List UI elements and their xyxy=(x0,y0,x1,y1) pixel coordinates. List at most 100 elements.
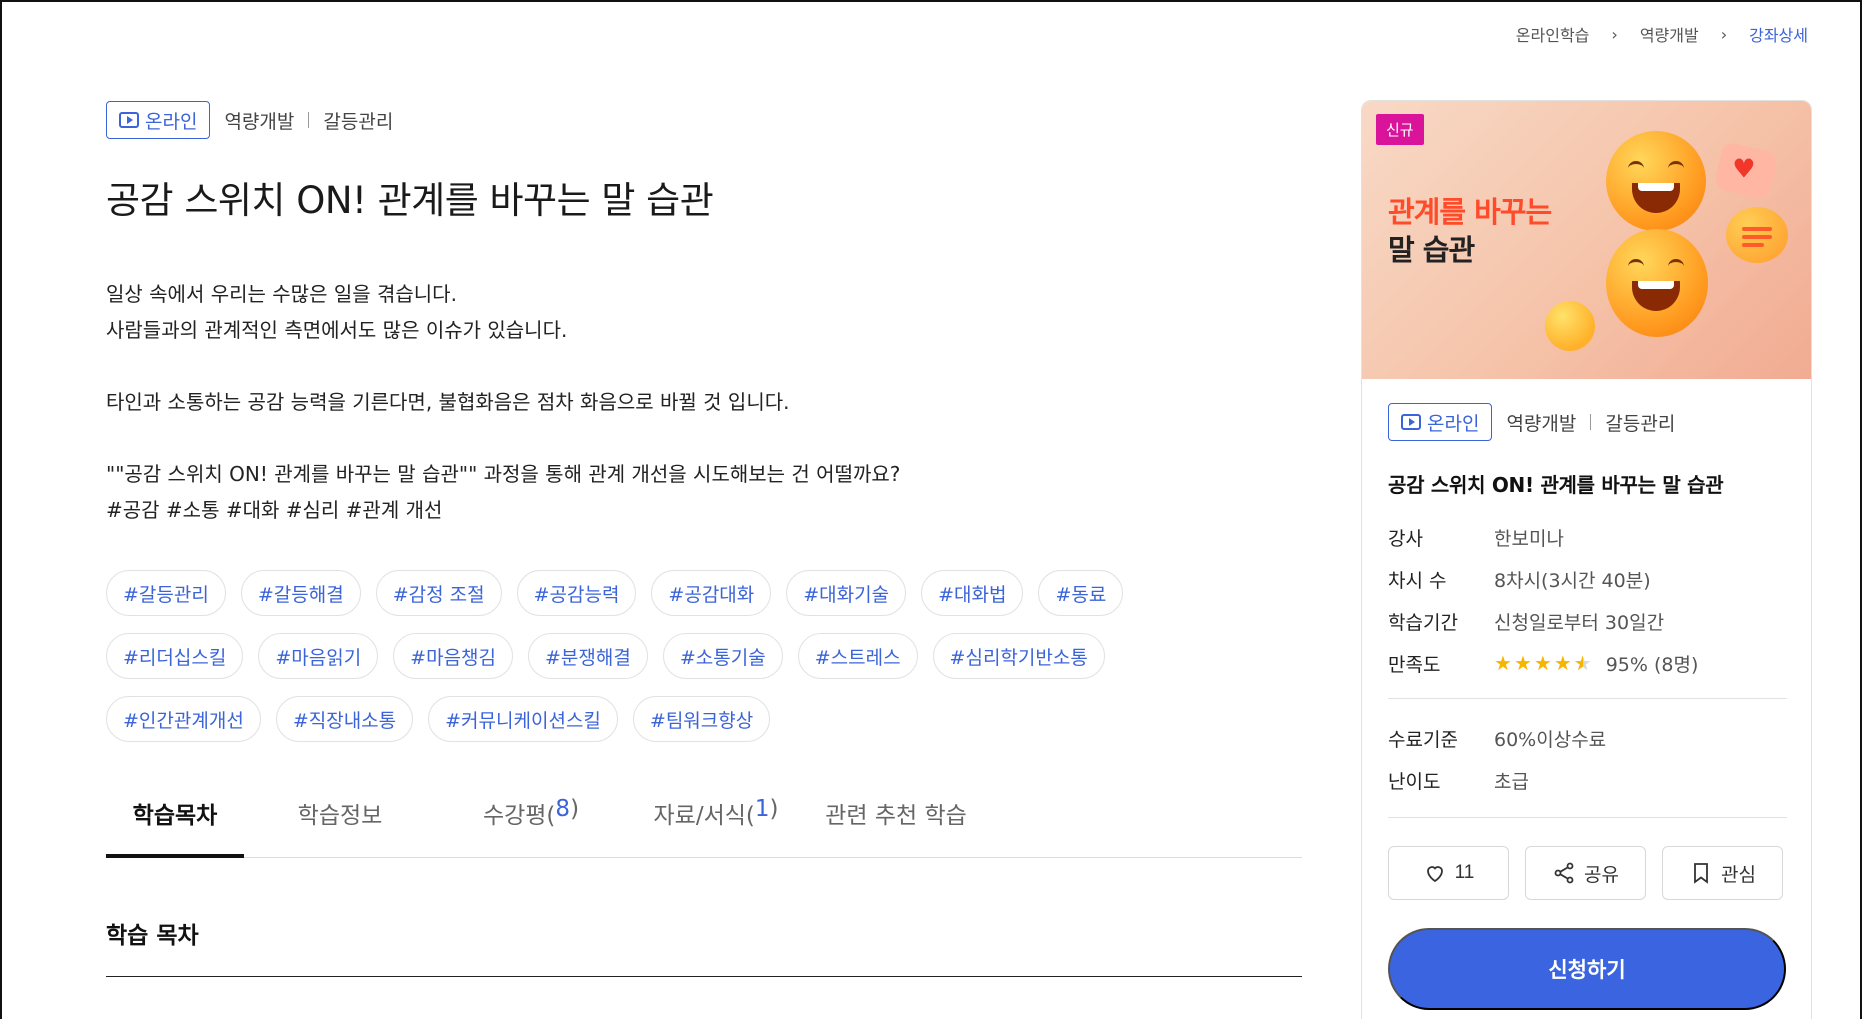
info-value: 8차시(3시간 40분) xyxy=(1494,569,1651,592)
info-value: 신청일로부터 30일간 xyxy=(1494,611,1665,634)
info-label: 차시 수 xyxy=(1388,569,1447,592)
course-main: 온라인 역량개발 갈등관리 공감 스위치 ON! 관계를 바꾸는 말 습관 일상… xyxy=(106,100,1302,977)
card-course-title: 공감 스위치 ON! 관계를 바꾸는 말 습관 xyxy=(1388,473,1724,497)
tag-chip[interactable]: #공감대화 xyxy=(651,570,772,616)
play-icon xyxy=(1401,414,1421,430)
description-line xyxy=(106,348,1302,384)
tag-chip[interactable]: #스트레스 xyxy=(797,633,918,679)
star-icon: ★ xyxy=(1513,651,1532,675)
course-title: 공감 스위치 ON! 관계를 바꾸는 말 습관 xyxy=(106,179,714,222)
tag-chip[interactable]: #마음챙김 xyxy=(393,633,514,679)
description-line xyxy=(106,420,1302,456)
tab-materials[interactable]: 자료/서식(1) xyxy=(626,786,806,858)
info-label: 난이도 xyxy=(1388,770,1441,793)
tag-chip[interactable]: #감정 조절 xyxy=(375,570,502,616)
tab-contents[interactable]: 학습목차 xyxy=(106,786,244,858)
card-actions: 11 공유 관심 xyxy=(1388,846,1787,900)
tab-label: 관련 추천 학습 xyxy=(825,803,967,829)
breadcrumb-course-detail[interactable]: 강좌상세 xyxy=(1749,22,1808,46)
category-sub: 갈등관리 xyxy=(1605,412,1676,435)
course-meta: 온라인 역량개발 갈등관리 xyxy=(106,100,1302,140)
chat-bubble-icon xyxy=(1726,207,1788,263)
breadcrumb-online-learning[interactable]: 온라인학습 xyxy=(1516,22,1590,46)
tab-label: 학습정보 xyxy=(297,803,383,829)
course-tabs: 학습목차 학습정보 수강평(8) 자료/서식(1) 관련 추천 학습 xyxy=(106,786,1302,858)
info-satisfaction: 만족도 ★ ★ ★ ★ ★ 95% (8명) xyxy=(1388,642,1787,684)
description-line: #공감 #소통 #대화 #심리 #관계 개선 xyxy=(106,498,443,522)
category-divider xyxy=(308,112,310,128)
heart-icon xyxy=(1426,866,1443,883)
apply-button[interactable]: 신청하기 xyxy=(1388,928,1786,1010)
online-badge-label: 온라인 xyxy=(1427,412,1480,435)
tab-info[interactable]: 학습정보 xyxy=(244,786,436,858)
bookmark-button[interactable]: 관심 xyxy=(1662,846,1783,900)
laughing-emoji-icon xyxy=(1606,131,1706,231)
section-title: 학습 목차 xyxy=(106,923,199,949)
description-line: 사람들과의 관계적인 측면에서도 많은 이슈가 있습니다. xyxy=(106,318,568,342)
description-line: ""공감 스위치 ON! 관계를 바꾸는 말 습관"" 과정을 통해 관계 개선… xyxy=(106,462,901,486)
like-button[interactable]: 11 xyxy=(1388,846,1509,900)
tag-chip[interactable]: #리더십스킬 xyxy=(106,633,244,679)
tag-chip[interactable]: #대화기술 xyxy=(786,570,907,616)
chevron-right-icon: › xyxy=(1720,24,1728,44)
chevron-right-icon: › xyxy=(1611,24,1618,44)
star-icon: ★ xyxy=(1533,651,1552,675)
tab-count: 1 xyxy=(754,796,770,822)
tag-chip[interactable]: #동료 xyxy=(1038,570,1124,616)
info-value: 초급 xyxy=(1494,770,1529,793)
bookmark-label: 관심 xyxy=(1721,864,1756,886)
info-instructor: 강사 한보미나 xyxy=(1388,516,1787,558)
tag-chip[interactable]: #커뮤니케이션스킬 xyxy=(428,696,618,742)
tag-chip[interactable]: #소통기술 xyxy=(662,633,783,679)
rating-stars: ★ ★ ★ ★ ★ xyxy=(1494,651,1592,675)
tab-recommended[interactable]: 관련 추천 학습 xyxy=(806,786,986,858)
info-label: 학습기간 xyxy=(1388,611,1458,634)
tab-label: 자료/서식( xyxy=(653,803,755,829)
tag-chip[interactable]: #대화법 xyxy=(921,570,1024,616)
tab-suffix: ) xyxy=(769,796,779,822)
info-label: 강사 xyxy=(1388,527,1423,550)
course-summary-card: 신규 관계를 바꾸는 말 습관 ♥ 온라인 역량개발 갈등관리 공감 스위치 O… xyxy=(1361,100,1812,1019)
category-main: 역량개발 xyxy=(224,110,295,133)
info-completion: 수료기준 60%이상수료 xyxy=(1388,717,1787,759)
category-sub: 갈등관리 xyxy=(323,110,394,133)
tag-chip[interactable]: #분쟁해결 xyxy=(528,633,648,679)
share-button[interactable]: 공유 xyxy=(1525,846,1646,900)
bookmark-icon xyxy=(1694,863,1708,884)
description-line: 일상 속에서 우리는 수많은 일을 겪습니다. xyxy=(106,282,457,306)
info-lessons: 차시 수 8차시(3시간 40분) xyxy=(1388,558,1787,600)
info-value: 한보미나 xyxy=(1494,527,1564,550)
tag-chip[interactable]: #갈등관리 xyxy=(106,570,226,616)
info-divider xyxy=(1388,698,1787,699)
tag-chip[interactable]: #직장내소통 xyxy=(275,696,414,742)
breadcrumb-competency[interactable]: 역량개발 xyxy=(1640,22,1699,46)
tag-chip[interactable]: #인간관계개선 xyxy=(106,696,261,742)
course-description: 일상 속에서 우리는 수많은 일을 겪습니다. 사람들과의 관계적인 측면에서도… xyxy=(106,276,1302,528)
breadcrumb: 온라인학습 › 역량개발 › 강좌상세 xyxy=(1516,22,1808,46)
smiling-emoji-icon xyxy=(1606,229,1708,337)
thumbnail-title-line1: 관계를 바꾸는 xyxy=(1388,195,1552,229)
category-main: 역량개발 xyxy=(1506,412,1577,435)
tag-chip[interactable]: #팀워크향상 xyxy=(632,696,771,742)
tag-chip[interactable]: #마음읽기 xyxy=(258,633,379,679)
tab-label: 학습목차 xyxy=(132,803,218,829)
card-body: 온라인 역량개발 갈등관리 공감 스위치 ON! 관계를 바꾸는 말 습관 강사… xyxy=(1362,403,1811,1010)
info-value: 60%이상수료 xyxy=(1494,728,1607,751)
tab-reviews[interactable]: 수강평(8) xyxy=(436,786,626,858)
star-icon: ★ xyxy=(1494,651,1512,675)
thumbnail-title: 관계를 바꾸는 말 습관 xyxy=(1388,193,1552,269)
share-icon xyxy=(1554,862,1574,884)
online-badge-label: 온라인 xyxy=(145,110,198,133)
thumbnail-title-line2: 말 습관 xyxy=(1388,233,1475,267)
tab-count: 8 xyxy=(555,796,571,822)
tag-chip[interactable]: #심리학기반소통 xyxy=(932,633,1105,679)
course-info: 강사 한보미나 차시 수 8차시(3시간 40분) 학습기간 신청일로부터 30… xyxy=(1388,516,1787,818)
info-label: 만족도 xyxy=(1388,653,1441,676)
section-divider xyxy=(106,976,1302,977)
ball-icon xyxy=(1545,301,1595,351)
course-thumbnail: 신규 관계를 바꾸는 말 습관 ♥ xyxy=(1362,101,1811,379)
new-badge: 신규 xyxy=(1376,114,1424,145)
tag-chip[interactable]: #갈등해결 xyxy=(240,570,361,616)
tag-chip[interactable]: #공감능력 xyxy=(516,570,637,616)
info-divider xyxy=(1388,817,1787,818)
